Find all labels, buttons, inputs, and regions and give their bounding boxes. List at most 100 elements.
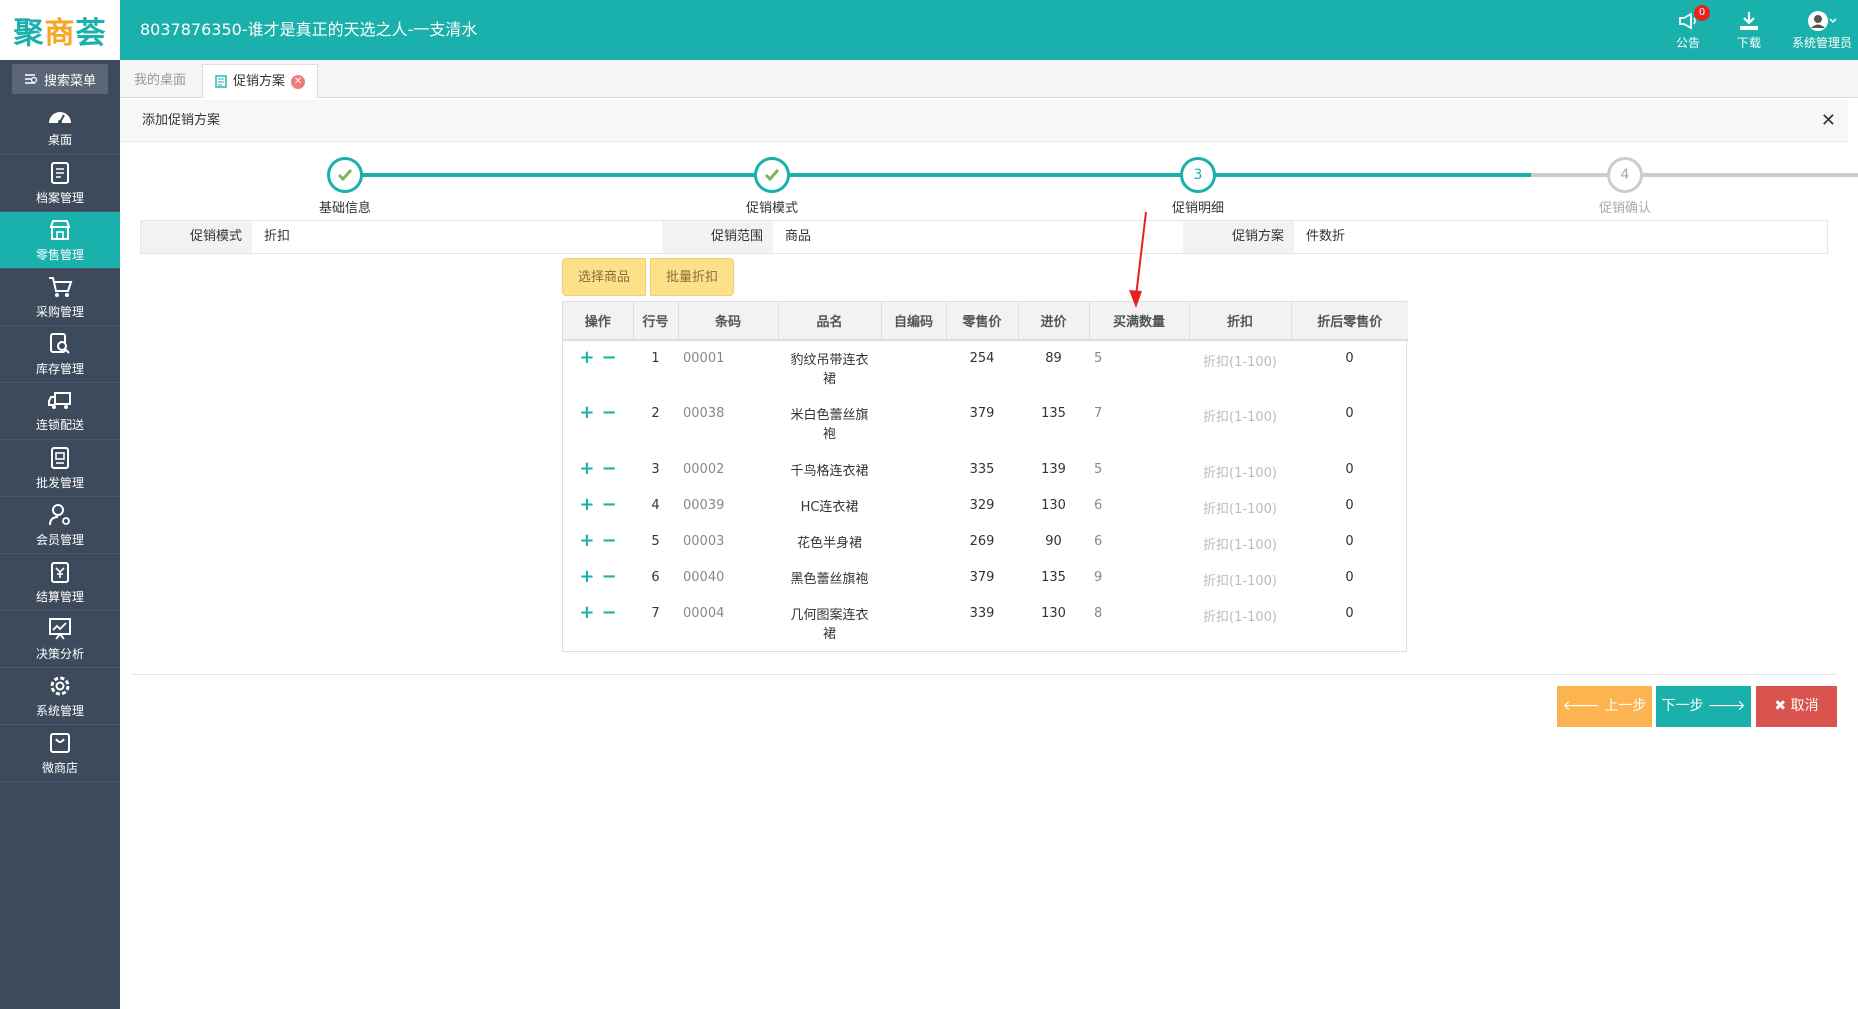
mode-value: 折扣 <box>252 221 662 253</box>
scope-value: 商品 <box>773 221 1183 253</box>
sidebar-item-wholesale[interactable]: 批发管理 <box>0 440 120 497</box>
qty-input[interactable]: 9 <box>1089 560 1189 596</box>
panel-header: 添加促销方案 ✕ <box>120 100 1848 142</box>
sidebar-item-label: 微商店 <box>41 760 78 775</box>
discount-input[interactable]: 折扣(1-100) <box>1189 396 1291 452</box>
remove-row-icon[interactable]: − <box>600 568 618 586</box>
cell-line: 5 <box>651 534 660 549</box>
add-row-icon[interactable]: + <box>578 568 596 586</box>
discount-input[interactable]: 折扣(1-100) <box>1189 488 1291 524</box>
cell-barcode: 00001 <box>683 351 725 366</box>
remove-row-icon[interactable]: − <box>600 460 618 478</box>
qty-input[interactable]: 7 <box>1089 396 1189 452</box>
add-row-icon[interactable]: + <box>578 349 596 367</box>
cell-final: 0 <box>1345 606 1354 621</box>
add-row-icon[interactable]: + <box>578 496 596 514</box>
panel-title: 添加促销方案 <box>142 113 221 128</box>
truck-icon <box>48 391 71 409</box>
close-icon[interactable]: ✕ <box>291 74 306 89</box>
discount-input[interactable]: 折扣(1-100) <box>1189 560 1291 596</box>
cell-barcode: 00038 <box>683 406 725 421</box>
cell-cost: 89 <box>1045 351 1062 366</box>
sidebar-item-retail[interactable]: 零售管理 <box>0 212 120 269</box>
sidebar-item-label: 档案管理 <box>35 190 84 205</box>
cell-name-line2: 袍 <box>822 427 836 442</box>
plan-label: 促销方案 <box>1183 221 1294 253</box>
sidebar-item-desktop[interactable]: 桌面 <box>0 98 120 155</box>
table-row: + − 4 00039 HC连衣裙 329 130 6 折扣(1-100) 0 <box>563 488 1408 524</box>
cell-name-line1: 豹纹吊带连衣 <box>790 353 869 368</box>
col-header-qty: 买满数量 <box>1089 302 1190 341</box>
step-4-number: 4 <box>1607 157 1643 193</box>
sidebar-item-microshop[interactable]: 微商店 <box>0 725 120 782</box>
col-header-barcode: 条码 <box>678 302 779 341</box>
sidebar-item-member[interactable]: 会员管理 <box>0 497 120 554</box>
cell-final: 0 <box>1345 534 1354 549</box>
cell-name-line2: 裙 <box>822 627 836 642</box>
close-icon[interactable]: ✕ <box>1821 112 1836 130</box>
remove-row-icon[interactable]: − <box>600 404 618 422</box>
remove-row-icon[interactable]: − <box>600 349 618 367</box>
qty-input[interactable]: 6 <box>1089 488 1189 524</box>
tab-promotion-plan[interactable]: 促销方案 ✕ <box>202 64 319 98</box>
cell-cost: 135 <box>1041 406 1066 421</box>
batch-discount-button[interactable]: 批量折扣 <box>650 258 735 296</box>
sidebar-item-label: 桌面 <box>47 132 72 147</box>
cancel-button[interactable]: ✖ 取消 <box>1756 686 1837 727</box>
add-row-icon[interactable]: + <box>578 532 596 550</box>
table-row: + − 3 00002 千鸟格连衣裙 335 139 5 折扣(1-100) 0 <box>563 452 1408 488</box>
table-row: + − 6 00040 黑色蕾丝旗袍 379 135 9 折扣(1-100) 0 <box>563 560 1408 596</box>
cell-retail: 269 <box>969 534 995 549</box>
sidebar-item-archive[interactable]: 档案管理 <box>0 155 120 212</box>
cell-barcode: 00004 <box>683 606 725 621</box>
qty-input[interactable]: 8 <box>1089 596 1189 652</box>
sidebar-item-analysis[interactable]: 决策分析 <box>0 611 120 668</box>
cell-line: 1 <box>651 351 660 366</box>
remove-row-icon[interactable]: − <box>600 496 618 514</box>
discount-input[interactable]: 折扣(1-100) <box>1189 524 1291 560</box>
search-menu-button[interactable]: 搜索菜单 <box>12 64 108 94</box>
qty-input[interactable]: 6 <box>1089 524 1189 560</box>
sidebar-item-settlement[interactable]: 结算管理 <box>0 554 120 611</box>
cell-retail: 339 <box>969 606 995 621</box>
sidebar-item-distribution[interactable]: 连锁配送 <box>0 383 120 440</box>
prev-step-button[interactable]: 🡐 上一步 <box>1557 686 1652 727</box>
remove-row-icon[interactable]: − <box>600 532 618 550</box>
discount-input[interactable]: 折扣(1-100) <box>1189 340 1291 396</box>
discount-input[interactable]: 折扣(1-100) <box>1189 596 1291 652</box>
col-header-name: 品名 <box>778 302 882 341</box>
download-button[interactable]: 下载 <box>1719 8 1779 54</box>
notice-badge: 0 <box>1694 5 1710 21</box>
sidebar-item-inventory[interactable]: 库存管理 <box>0 326 120 383</box>
cell-cost: 90 <box>1045 534 1062 549</box>
col-header-op: 操作 <box>563 302 634 341</box>
cell-retail: 254 <box>969 351 995 366</box>
plan-value: 件数折 <box>1294 221 1827 253</box>
cell-name: 千鸟格连衣裙 <box>790 464 869 479</box>
step-4-label: 促销确认 <box>1598 201 1651 216</box>
arrow-right-icon: 🡒 <box>1703 698 1746 714</box>
step-1-label: 基础信息 <box>318 201 371 216</box>
search-menu-label: 搜索菜单 <box>43 73 96 89</box>
add-row-icon[interactable]: + <box>578 604 596 622</box>
store-icon <box>49 219 71 240</box>
mode-label: 促销模式 <box>141 221 252 253</box>
remove-row-icon[interactable]: − <box>600 604 618 622</box>
avatar <box>1808 11 1837 31</box>
discount-input[interactable]: 折扣(1-100) <box>1189 452 1291 488</box>
qty-input[interactable]: 5 <box>1089 340 1189 396</box>
notice-button[interactable]: 0 公告 <box>1658 5 1718 54</box>
col-header-cost: 进价 <box>1018 302 1090 341</box>
qty-input[interactable]: 5 <box>1089 452 1189 488</box>
row-ops: + − <box>563 524 633 560</box>
cell-cost: 139 <box>1041 462 1066 477</box>
sidebar-item-purchase[interactable]: 采购管理 <box>0 269 120 326</box>
select-goods-button[interactable]: 选择商品 <box>562 258 647 296</box>
add-row-icon[interactable]: + <box>578 404 596 422</box>
step-2-check-icon <box>754 157 790 193</box>
user-menu[interactable]: 系统管理员 <box>1786 8 1858 54</box>
sidebar-item-system[interactable]: 系统管理 <box>0 668 120 725</box>
next-step-button[interactable]: 下一步 🡒 <box>1656 686 1751 727</box>
tab-my-desktop[interactable]: 我的桌面 <box>122 64 198 98</box>
add-row-icon[interactable]: + <box>578 460 596 478</box>
